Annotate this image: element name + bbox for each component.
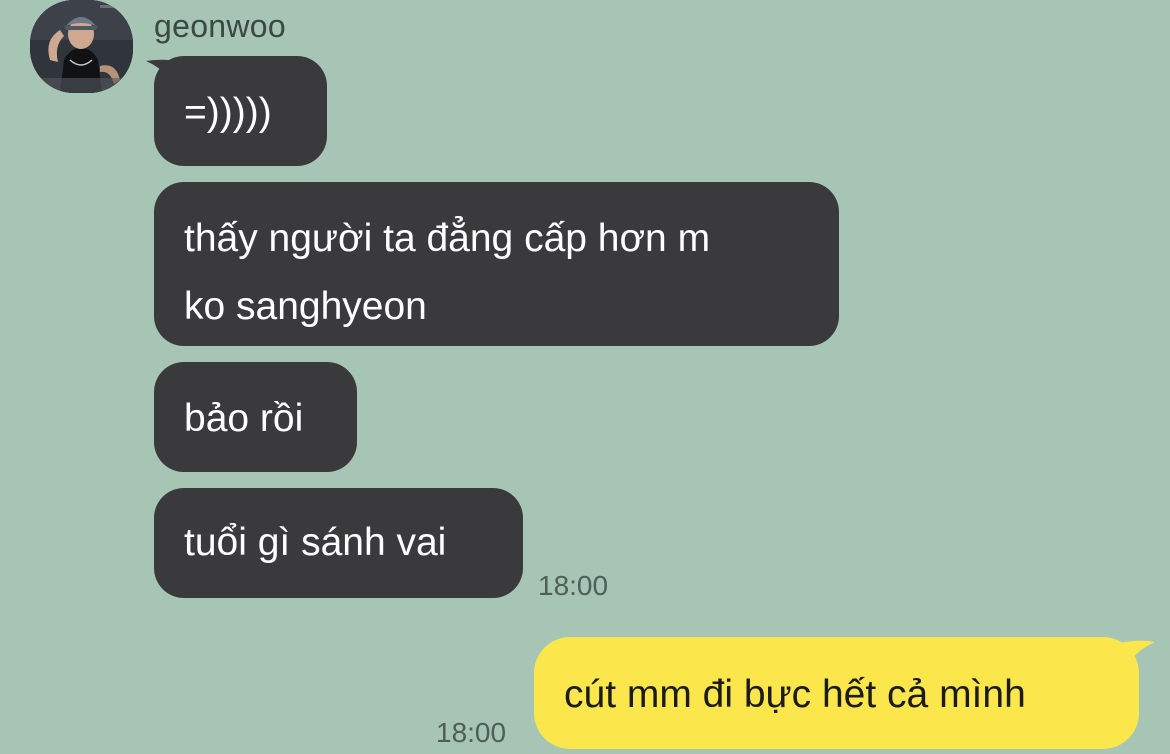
incoming-message-bubble[interactable]: thấy người ta đẳng cấp hơn m ko sanghyeo… <box>154 182 839 346</box>
message-timestamp: 18:00 <box>538 570 609 601</box>
incoming-message-bubble[interactable]: =))))) <box>154 56 327 166</box>
message-text: =))))) <box>184 91 272 134</box>
avatar-photo <box>30 0 133 93</box>
message-text-line: thấy người ta đẳng cấp hơn m <box>184 217 711 260</box>
message-text: tuổi gì sánh vai <box>184 521 447 564</box>
incoming-message-bubble[interactable]: tuổi gì sánh vai <box>154 488 523 598</box>
outgoing-message-bubble[interactable]: cút mm đi bực hết cả mình <box>534 637 1139 749</box>
avatar[interactable] <box>30 0 133 93</box>
incoming-message-bubble[interactable]: bảo rồi <box>154 362 357 472</box>
sender-name: geonwoo <box>154 8 286 44</box>
message-text: cút mm đi bực hết cả mình <box>564 673 1026 716</box>
message-timestamp: 18:00 <box>436 717 507 748</box>
message-text-line: ko sanghyeon <box>184 285 427 328</box>
message-text: bảo rồi <box>184 397 304 440</box>
